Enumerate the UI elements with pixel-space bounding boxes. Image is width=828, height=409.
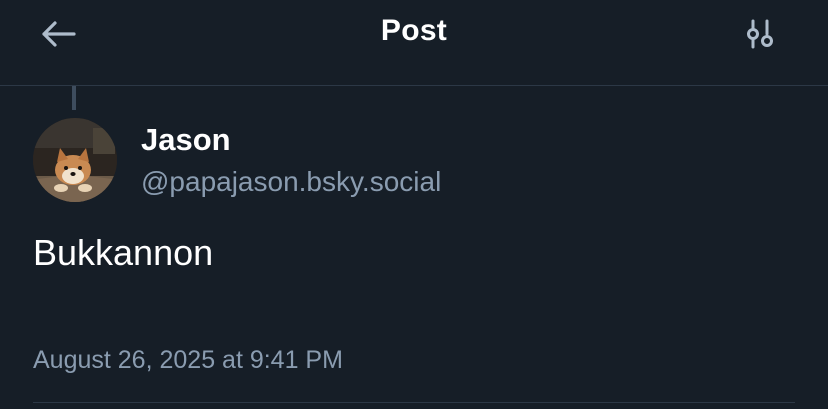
author-handle[interactable]: @papajason.bsky.social — [141, 166, 441, 198]
top-bar: Post — [0, 0, 828, 86]
thread-settings-button[interactable] — [738, 14, 784, 54]
thread-connector-line — [72, 86, 76, 110]
divider — [33, 402, 795, 403]
post-text: Bukkannon — [33, 232, 214, 273]
post-timestamp: August 26, 2025 at 9:41 PM — [33, 346, 343, 374]
avatar[interactable] — [33, 118, 117, 202]
author-display-name[interactable]: Jason — [141, 122, 231, 158]
sliders-icon — [747, 19, 773, 49]
page-title: Post — [380, 14, 448, 47]
dog-avatar-icon — [33, 118, 117, 202]
